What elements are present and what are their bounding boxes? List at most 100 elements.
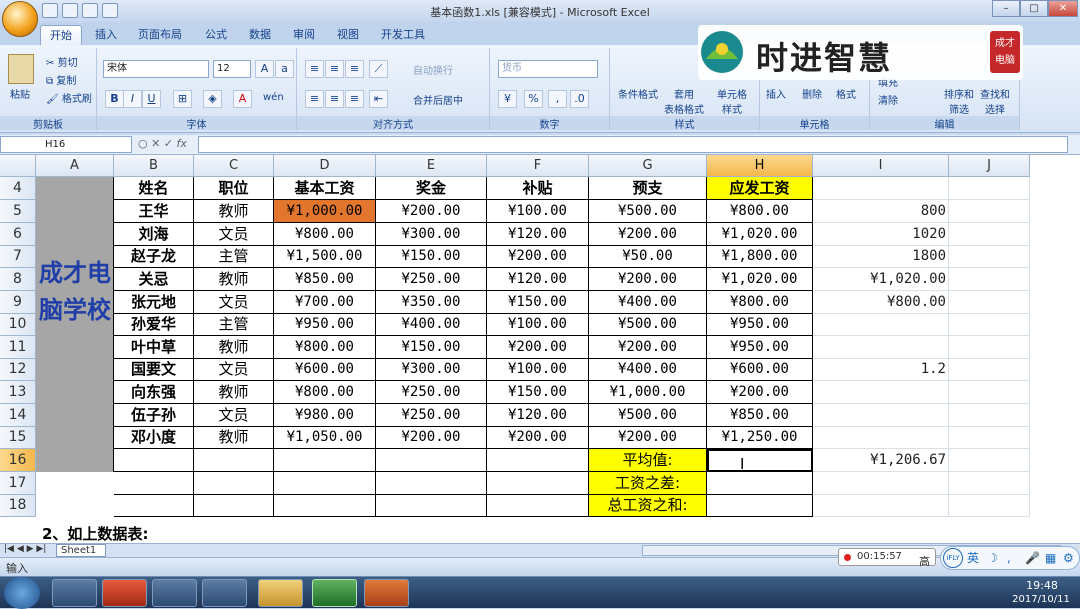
cell-C10[interactable]: 主管 bbox=[194, 314, 274, 336]
cell-E13[interactable]: ¥250.00 bbox=[376, 381, 487, 404]
cell-H10[interactable]: ¥950.00 bbox=[707, 314, 813, 336]
phonetic-button[interactable]: wén bbox=[263, 92, 284, 103]
cell-C6[interactable]: 文员 bbox=[194, 223, 274, 246]
cell-H17[interactable] bbox=[707, 472, 813, 495]
row-header-7[interactable]: 7 bbox=[0, 246, 36, 268]
comma-button[interactable]: , bbox=[548, 90, 567, 108]
cell-D8[interactable]: ¥850.00 bbox=[274, 268, 376, 291]
align-right-button[interactable]: ≡ bbox=[345, 90, 364, 108]
cell-F11[interactable]: ¥200.00 bbox=[487, 336, 589, 359]
cell-B16[interactable] bbox=[114, 449, 194, 472]
number-format-select[interactable]: 货币 bbox=[498, 60, 598, 78]
taskbar-app-notepad[interactable] bbox=[52, 579, 97, 607]
cell-C16[interactable] bbox=[194, 449, 274, 472]
row-header-6[interactable]: 6 bbox=[0, 223, 36, 246]
cell-F7[interactable]: ¥200.00 bbox=[487, 246, 589, 268]
cell-F17[interactable] bbox=[487, 472, 589, 495]
cell-B18[interactable] bbox=[114, 495, 194, 517]
cell-I13[interactable] bbox=[813, 381, 949, 404]
paste-icon[interactable] bbox=[8, 54, 34, 84]
cell-C17[interactable] bbox=[194, 472, 274, 495]
cell-G10[interactable]: ¥500.00 bbox=[589, 314, 707, 336]
cell-I10[interactable] bbox=[813, 314, 949, 336]
font-name-select[interactable]: 宋体 bbox=[103, 60, 209, 78]
cell-E7[interactable]: ¥150.00 bbox=[376, 246, 487, 268]
cell-D16[interactable] bbox=[274, 449, 376, 472]
formula-input[interactable] bbox=[198, 136, 1068, 153]
row-header-12[interactable]: 12 bbox=[0, 359, 36, 381]
cell-D12[interactable]: ¥600.00 bbox=[274, 359, 376, 381]
select-all-corner[interactable] bbox=[0, 155, 36, 177]
cell-G12[interactable]: ¥400.00 bbox=[589, 359, 707, 381]
underline-button[interactable]: U bbox=[142, 90, 161, 108]
cell-G11[interactable]: ¥200.00 bbox=[589, 336, 707, 359]
cell-D14[interactable]: ¥980.00 bbox=[274, 404, 376, 427]
cell-J10[interactable] bbox=[949, 314, 1030, 336]
cell-G4[interactable]: 预支 bbox=[589, 177, 707, 200]
cell-J4[interactable] bbox=[949, 177, 1030, 200]
decimal-button[interactable]: .0 bbox=[570, 90, 589, 108]
align-middle-button[interactable]: ≡ bbox=[325, 60, 344, 78]
tab-data[interactable]: 数据 bbox=[240, 25, 280, 45]
font-size-select[interactable]: 12 bbox=[213, 60, 251, 78]
column-header-D[interactable]: D bbox=[274, 155, 376, 177]
row-header-18[interactable]: 18 bbox=[0, 495, 36, 517]
cell-I15[interactable] bbox=[813, 427, 949, 449]
align-left-button[interactable]: ≡ bbox=[305, 90, 324, 108]
cell-C13[interactable]: 教师 bbox=[194, 381, 274, 404]
taskbar-app-excel[interactable] bbox=[312, 579, 357, 607]
cell-J15[interactable] bbox=[949, 427, 1030, 449]
cell-I7[interactable]: 1800 bbox=[813, 246, 949, 268]
taskbar-app-explorer[interactable] bbox=[258, 579, 303, 607]
bold-button[interactable]: B bbox=[105, 90, 124, 108]
row-header-10[interactable]: 10 bbox=[0, 314, 36, 336]
cell-E8[interactable]: ¥250.00 bbox=[376, 268, 487, 291]
cell-G8[interactable]: ¥200.00 bbox=[589, 268, 707, 291]
formula-buttons[interactable]: ○ ✕ ✓ fx bbox=[138, 137, 187, 150]
shrink-font-button[interactable]: a bbox=[275, 60, 294, 78]
cell-F9[interactable]: ¥150.00 bbox=[487, 291, 589, 314]
worksheet-grid[interactable]: ABCDEFGHIJ 4 5 6 7 8 9 10 11 12 13 14 15 16 17 18 姓名 职位… bbox=[0, 155, 1080, 543]
cell-B5[interactable]: 王华 bbox=[114, 200, 194, 223]
cell-H6[interactable]: ¥1,020.00 bbox=[707, 223, 813, 246]
cell-J9[interactable] bbox=[949, 291, 1030, 314]
column-header-G[interactable]: G bbox=[589, 155, 707, 177]
fill-color-button[interactable]: ◈ bbox=[203, 90, 222, 108]
cell-D18[interactable] bbox=[274, 495, 376, 517]
mic-icon[interactable]: 🎤 bbox=[1025, 547, 1040, 569]
cell-H13[interactable]: ¥200.00 bbox=[707, 381, 813, 404]
cell-H15[interactable]: ¥1,250.00 bbox=[707, 427, 813, 449]
cell-D6[interactable]: ¥800.00 bbox=[274, 223, 376, 246]
insert-cells-button[interactable]: 插入 bbox=[766, 86, 786, 101]
cell-I9[interactable]: ¥800.00 bbox=[813, 291, 949, 314]
cell-E15[interactable]: ¥200.00 bbox=[376, 427, 487, 449]
tab-review[interactable]: 审阅 bbox=[284, 25, 324, 45]
cell-G18[interactable]: 总工资之和: bbox=[589, 495, 707, 517]
column-header-A[interactable]: A bbox=[36, 155, 114, 177]
cell-B6[interactable]: 刘海 bbox=[114, 223, 194, 246]
cell-B17[interactable] bbox=[114, 472, 194, 495]
name-box[interactable]: H16 bbox=[0, 136, 132, 153]
cell-I17[interactable] bbox=[813, 472, 949, 495]
sheet-nav-icon[interactable]: |◀ ◀ ▶ ▶| bbox=[4, 544, 46, 554]
cell-C8[interactable]: 教师 bbox=[194, 268, 274, 291]
cell-C9[interactable]: 文员 bbox=[194, 291, 274, 314]
cut-button[interactable]: ✂ 剪切 bbox=[46, 54, 78, 69]
cell-H7[interactable]: ¥1,800.00 bbox=[707, 246, 813, 268]
redo-icon[interactable] bbox=[82, 3, 98, 18]
table-format-button[interactable]: 套用 表格格式 bbox=[662, 86, 706, 116]
taskbar-app-video[interactable] bbox=[152, 579, 197, 607]
cell-G13[interactable]: ¥1,000.00 bbox=[589, 381, 707, 404]
cell-J14[interactable] bbox=[949, 404, 1030, 427]
cell-G5[interactable]: ¥500.00 bbox=[589, 200, 707, 223]
cell-H11[interactable]: ¥950.00 bbox=[707, 336, 813, 359]
cell-D7[interactable]: ¥1,500.00 bbox=[274, 246, 376, 268]
taskbar-app-powerpoint[interactable] bbox=[364, 579, 409, 607]
cell-F18[interactable] bbox=[487, 495, 589, 517]
cell-H5[interactable]: ¥800.00 bbox=[707, 200, 813, 223]
cell-C5[interactable]: 教师 bbox=[194, 200, 274, 223]
cell-E16[interactable] bbox=[376, 449, 487, 472]
cell-D10[interactable]: ¥950.00 bbox=[274, 314, 376, 336]
cell-H18[interactable] bbox=[707, 495, 813, 517]
cell-C7[interactable]: 主管 bbox=[194, 246, 274, 268]
